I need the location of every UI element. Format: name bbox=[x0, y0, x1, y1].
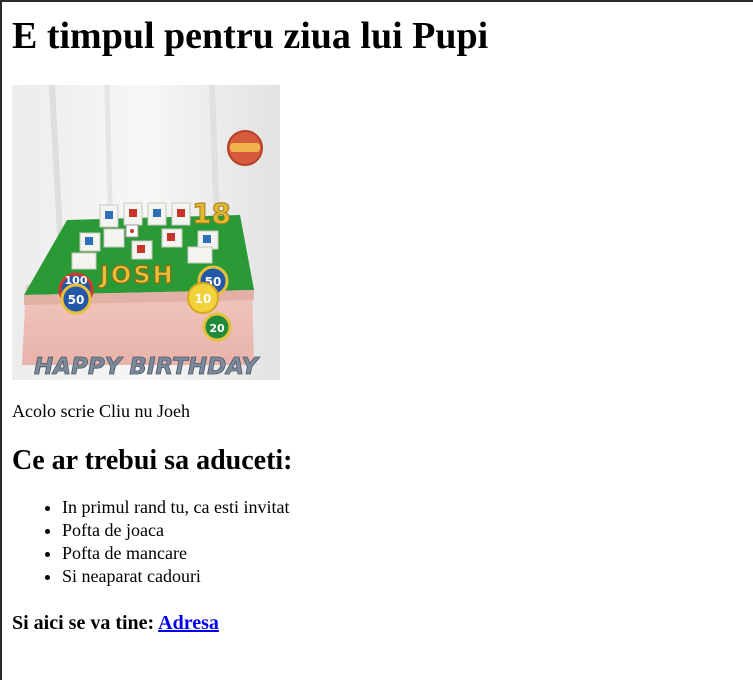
bring-heading: Ce ar trebui sa aduceti: bbox=[12, 445, 293, 476]
address-link[interactable]: Adresa bbox=[158, 612, 219, 634]
list-item: Pofta de joaca bbox=[62, 519, 742, 542]
bring-list: In primul rand tu, ca esti invitat Pofta… bbox=[12, 496, 742, 588]
page-content: E timpul pentru ziua lui Pupi 18 JOSH 10… bbox=[12, 0, 742, 636]
chip-label: 50 bbox=[68, 293, 85, 307]
address-line: Si aici se va tine: Adresa bbox=[12, 610, 742, 636]
birthday-cake-image: 18 JOSH 100 50 50 10 20 HAPPY BIRTHDAY bbox=[12, 85, 280, 380]
list-item: Si neaparat cadouri bbox=[62, 565, 742, 588]
chip-label: 10 bbox=[195, 292, 212, 306]
candle-number: 18 bbox=[192, 197, 231, 230]
cake-happy-birthday: HAPPY BIRTHDAY bbox=[34, 354, 260, 380]
chip-label: 20 bbox=[209, 322, 225, 335]
address-label: Si aici se va tine: bbox=[12, 612, 155, 634]
cake-name: JOSH bbox=[98, 261, 175, 289]
image-caption: Acolo scrie Cliu nu Joeh bbox=[12, 401, 190, 421]
list-item: In primul rand tu, ca esti invitat bbox=[62, 496, 742, 519]
list-item: Pofta de mancare bbox=[62, 542, 742, 565]
page-title: E timpul pentru ziua lui Pupi bbox=[12, 15, 489, 57]
